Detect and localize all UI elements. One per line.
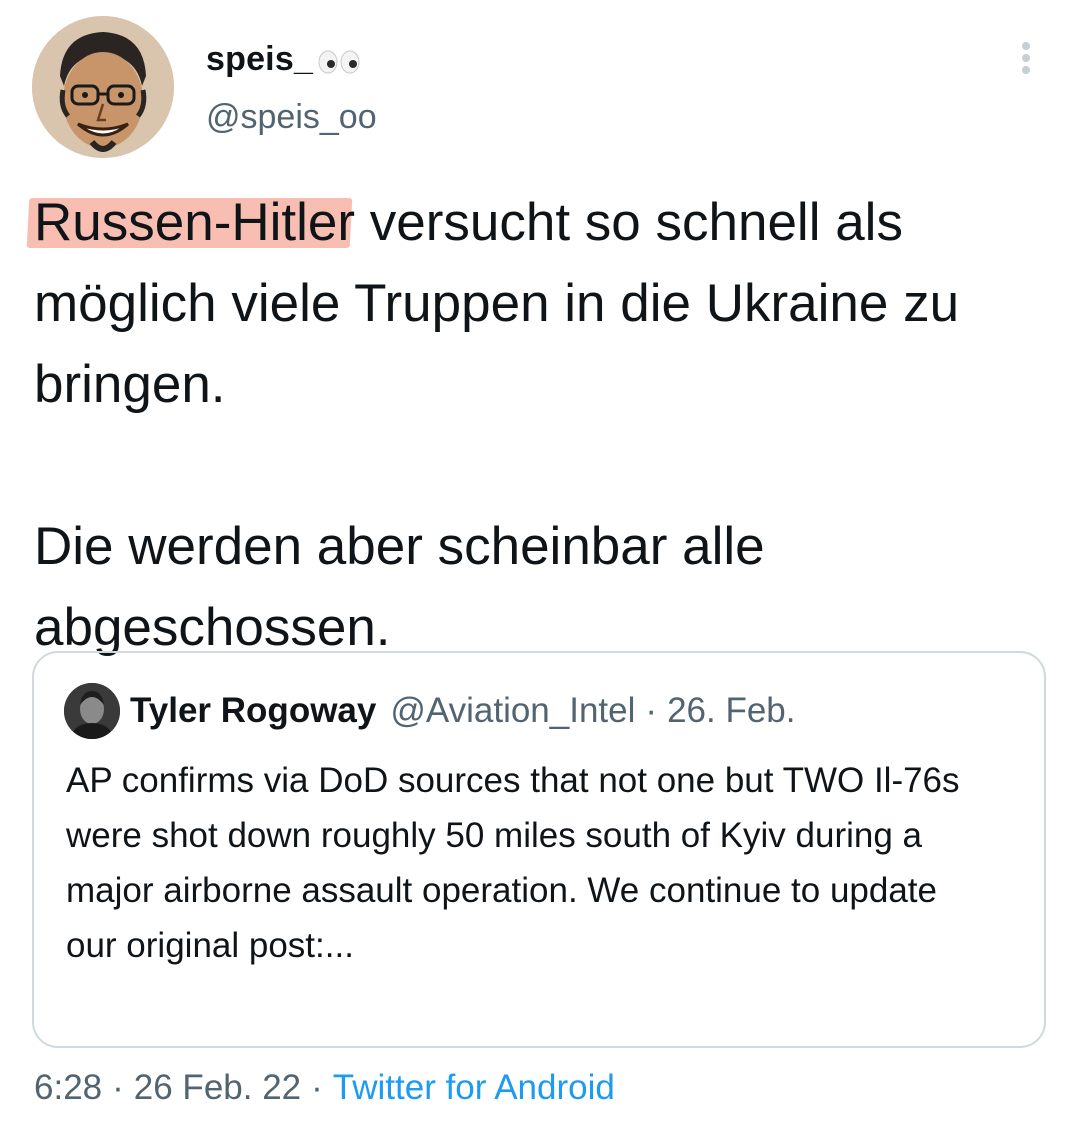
tweet-source-link[interactable]: Twitter for Android <box>333 1068 615 1107</box>
author-name-row: speis_ <box>206 40 361 79</box>
highlighted-text: Russen-Hitler <box>34 193 356 252</box>
eyes-emoji-icon <box>317 49 361 75</box>
author-avatar[interactable] <box>32 16 174 158</box>
quoted-tweet-header: Tyler Rogoway @Aviation_Intel · 26. Feb. <box>64 683 795 739</box>
meta-separator: · <box>112 1068 124 1107</box>
quoted-separator: · <box>645 691 658 730</box>
tweet-date[interactable]: 26 Feb. 22 <box>134 1068 301 1107</box>
caricature-avatar-image <box>32 16 174 158</box>
highlighted-phrase: Russen-Hitler <box>26 182 356 263</box>
quoted-author-name: Tyler Rogoway <box>130 691 377 730</box>
quoted-author-avatar <box>64 683 120 739</box>
quoted-tweet-date: 26. Feb. <box>667 691 796 730</box>
more-vertical-icon[interactable] <box>1012 40 1040 80</box>
author-handle[interactable]: @speis_oo <box>206 98 377 137</box>
tweet-metadata: 6:28 · 26 Feb. 22 · Twitter for Android <box>34 1068 615 1108</box>
quoted-tweet-card[interactable]: Tyler Rogoway @Aviation_Intel · 26. Feb.… <box>32 651 1046 1048</box>
quoted-author-handle: @Aviation_Intel <box>390 691 636 730</box>
meta-separator: · <box>311 1068 323 1107</box>
tweet-time[interactable]: 6:28 <box>34 1068 102 1107</box>
author-display-name[interactable]: speis_ <box>206 40 313 79</box>
quoted-tweet-text: AP confirms via DoD sources that not one… <box>66 761 960 965</box>
tweet-text: Russen-Hitler versucht so schnell als mö… <box>26 182 1044 668</box>
